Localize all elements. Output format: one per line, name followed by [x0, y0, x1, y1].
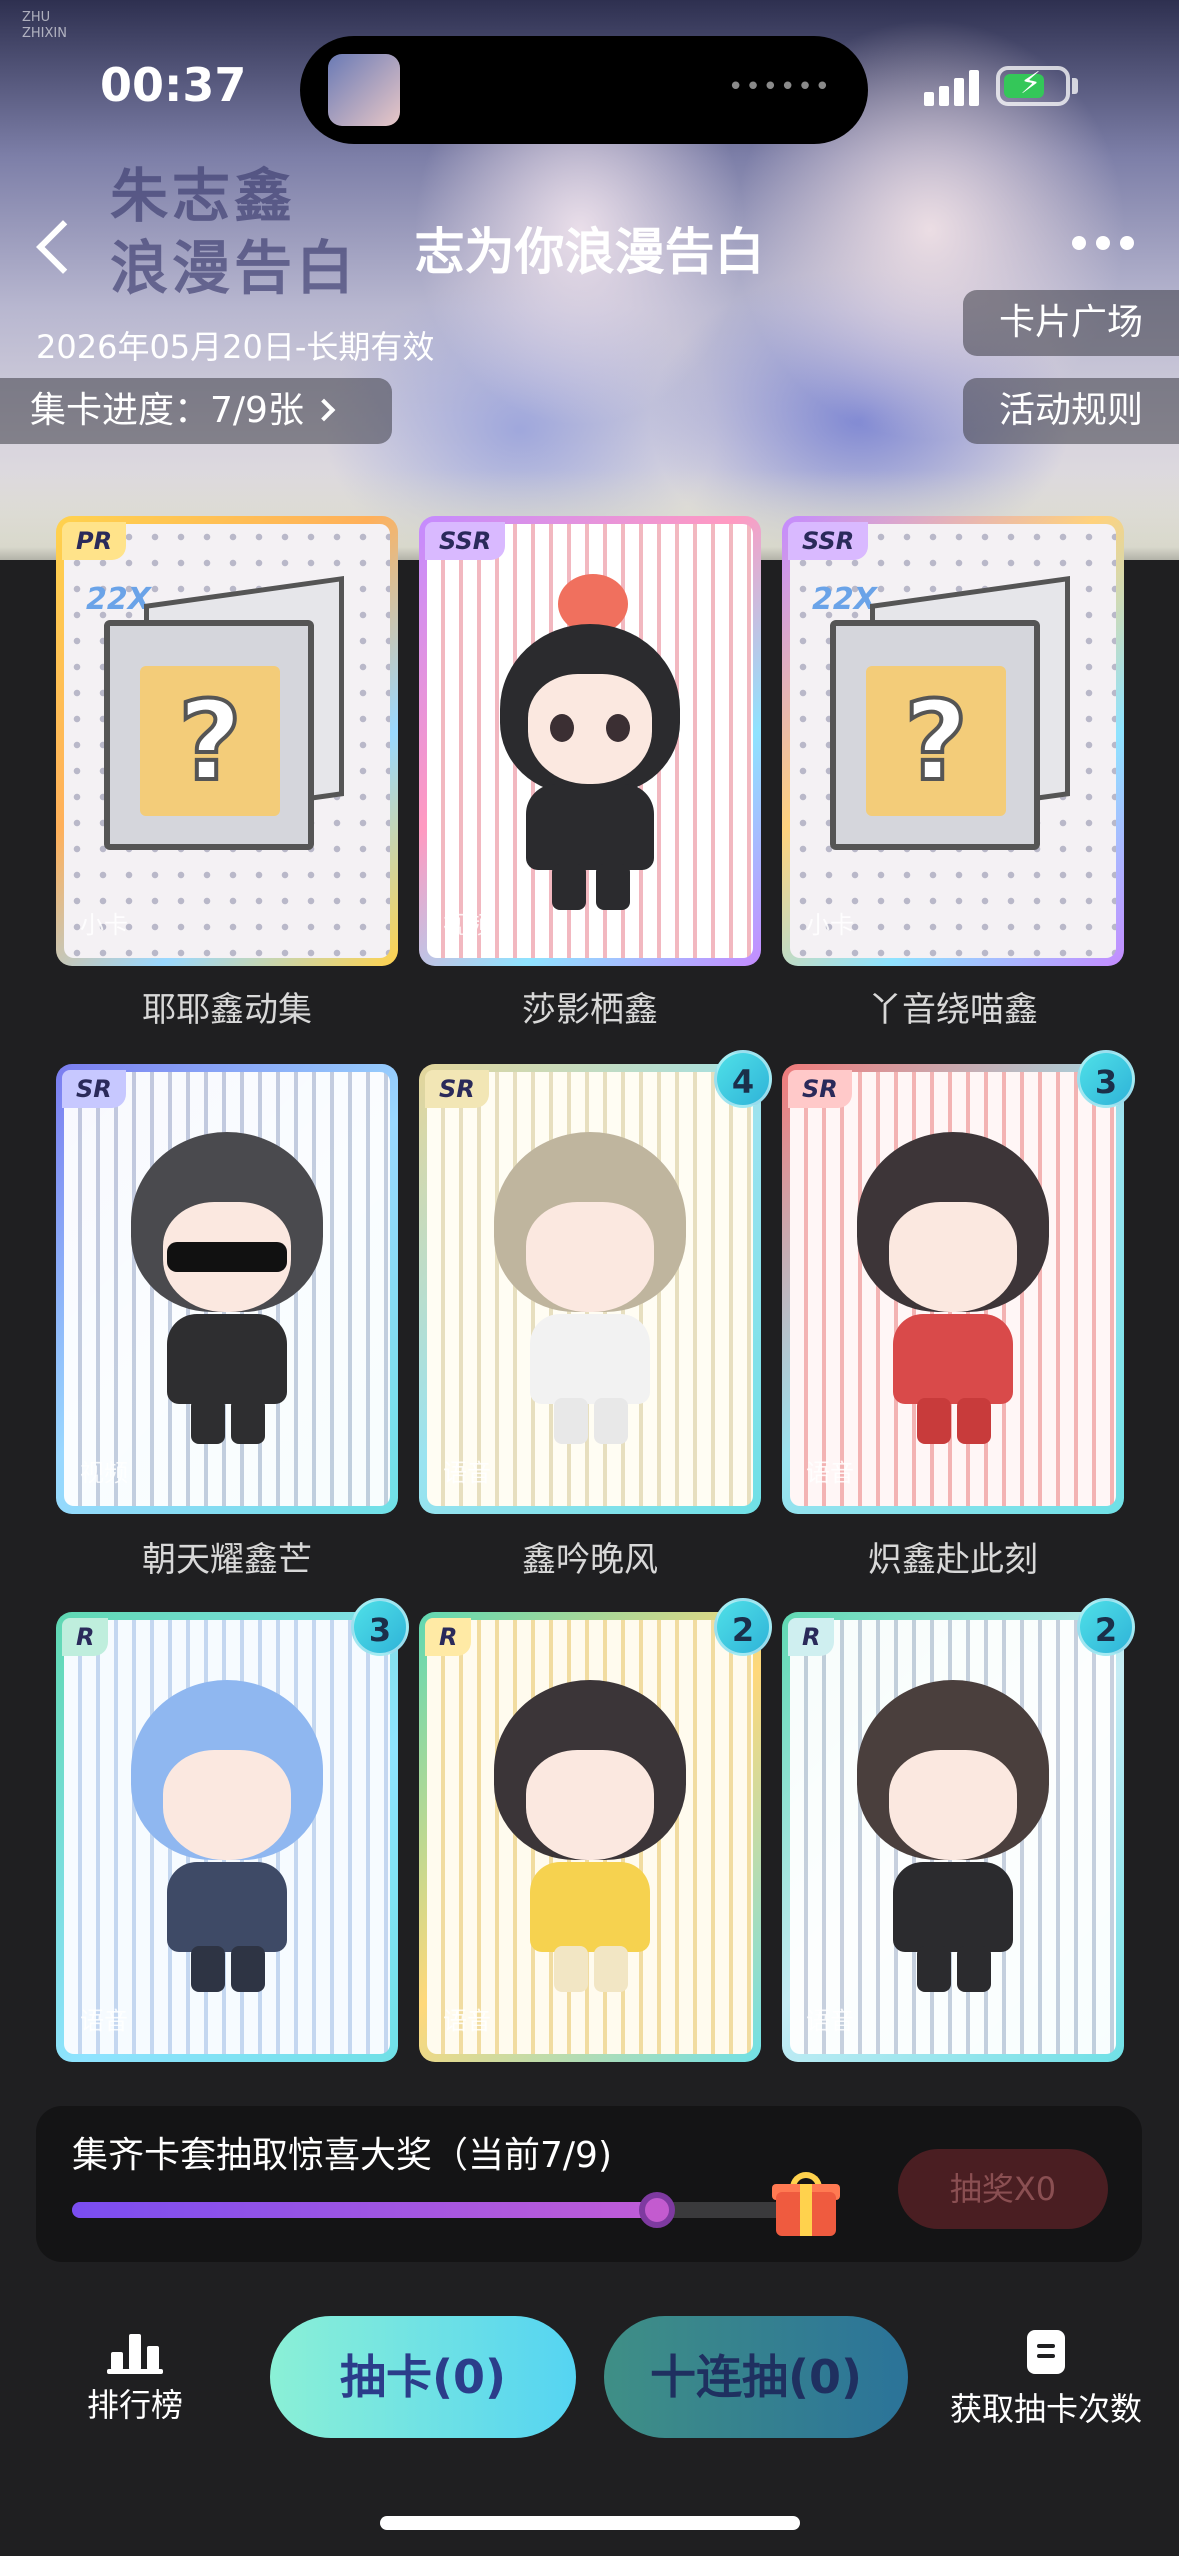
- reward-progress-fill: [72, 2202, 657, 2218]
- card-count-badge: 4: [714, 1050, 772, 1108]
- rarity-badge: PR: [62, 522, 127, 560]
- card-type-label: 语音: [80, 2007, 128, 2035]
- card-count-badge: 2: [1077, 1598, 1135, 1656]
- card-6[interactable]: 语音 SR: [782, 1064, 1124, 1514]
- card-art: 语音: [64, 1620, 390, 2054]
- mystery-box-icon: ?: [104, 575, 344, 850]
- rarity-badge: SR: [62, 1070, 126, 1108]
- card-count-badge: 2: [714, 1598, 772, 1656]
- status-time: 00:37: [100, 58, 247, 112]
- charging-bolt-icon: ⚡: [1020, 66, 1042, 101]
- chibi-character: [480, 1132, 700, 1452]
- chibi-character: [117, 1680, 337, 2000]
- card-name: 莎影栖鑫: [522, 990, 658, 1030]
- card-art: 语音: [790, 1072, 1116, 1506]
- gift-box-icon: [772, 2172, 840, 2238]
- card-art: 语音: [427, 1620, 753, 2054]
- card-art: 22X ? 小卡: [64, 524, 390, 958]
- card-type-label: 视频: [443, 911, 491, 939]
- card-type-label: 小卡: [806, 911, 854, 939]
- page-title: 志为你浪漫告白: [414, 223, 765, 281]
- draw-prize-button[interactable]: 抽奖X0: [898, 2149, 1108, 2229]
- chibi-character: [843, 1680, 1063, 2000]
- card-type-label: 语音: [443, 2007, 491, 2035]
- document-icon: [1027, 2330, 1065, 2374]
- card-count-badge: 3: [1077, 1050, 1135, 1108]
- card-type-label: 语音: [443, 1459, 491, 1487]
- get-draw-chances-label: 获取抽卡次数: [949, 2390, 1142, 2428]
- card-art: 视频: [427, 524, 753, 958]
- card-type-label: 视频: [80, 1459, 128, 1487]
- card-5[interactable]: 语音 SR: [419, 1064, 761, 1514]
- battery-icon: ⚡: [996, 66, 1070, 106]
- reward-progress-bar: [72, 2192, 822, 2228]
- now-playing-thumbnail: [328, 54, 400, 126]
- activity-rules-button[interactable]: 活动规则: [963, 378, 1179, 444]
- card-name: 鑫吟晚风: [522, 1540, 658, 1580]
- dynamic-island[interactable]: ••••••: [300, 36, 868, 144]
- chibi-character: [480, 1680, 700, 2000]
- card-3[interactable]: 22X ? 小卡 SSR: [782, 516, 1124, 966]
- leaderboard-icon: [107, 2330, 163, 2374]
- chevron-right-icon: [312, 398, 336, 422]
- battery-tip: [1072, 78, 1078, 94]
- card-1[interactable]: 22X ? 小卡 PR: [56, 516, 398, 966]
- rarity-badge: SSR: [425, 522, 506, 560]
- home-indicator[interactable]: [380, 2516, 800, 2530]
- card-square-button[interactable]: 卡片广场: [963, 290, 1179, 356]
- event-date: 2026年05月20日-长期有效: [36, 328, 435, 366]
- card-name: 朝天耀鑫芒: [142, 1540, 312, 1580]
- card-4[interactable]: 视频 SR: [56, 1064, 398, 1514]
- reward-progress-knob: [639, 2192, 675, 2228]
- card-name: 炽鑫赴此刻: [868, 1540, 1038, 1580]
- card-2[interactable]: 视频 SSR: [419, 516, 761, 966]
- mystery-box-icon: ?: [830, 575, 1070, 850]
- sunglasses-icon: [167, 1242, 287, 1272]
- card-name: 耶耶鑫动集: [142, 990, 312, 1030]
- collection-progress-label: 集卡进度：7/9张: [30, 390, 304, 431]
- rarity-badge: R: [425, 1618, 472, 1656]
- collection-progress-button[interactable]: 集卡进度：7/9张: [0, 378, 392, 444]
- rarity-badge: R: [62, 1618, 109, 1656]
- card-type-label: 小卡: [80, 911, 128, 939]
- get-draw-chances-tab[interactable]: 获取抽卡次数: [936, 2330, 1156, 2430]
- draw-card-button[interactable]: 抽卡(0): [270, 2316, 576, 2438]
- status-bar: 00:37 •••••• ⚡: [0, 0, 1179, 150]
- card-art: 语音: [790, 1620, 1116, 2054]
- screen: ZHU ZHIXIN 朱志鑫 浪漫告白 00:37 •••••• ⚡ 志为你浪漫…: [0, 0, 1179, 2556]
- rarity-badge: SSR: [788, 522, 869, 560]
- reward-panel: 集齐卡套抽取惊喜大奖（当前7/9) 抽奖X0: [36, 2106, 1142, 2262]
- card-art: 视频: [64, 1072, 390, 1506]
- cellular-signal-icon: [924, 70, 982, 106]
- card-art: 语音: [427, 1072, 753, 1506]
- card-8[interactable]: 语音 R: [419, 1612, 761, 2062]
- card-7[interactable]: 语音 R: [56, 1612, 398, 2062]
- card-name: 丫音绕喵鑫: [868, 990, 1038, 1030]
- card-count-badge: 3: [351, 1598, 409, 1656]
- card-type-label: 语音: [806, 1459, 854, 1487]
- card-type-label: 语音: [806, 2007, 854, 2035]
- card-art: 22X ? 小卡: [790, 524, 1116, 958]
- ten-draw-button[interactable]: 十连抽(0): [604, 2316, 908, 2438]
- rarity-badge: SR: [425, 1070, 489, 1108]
- chibi-character: [480, 574, 700, 914]
- rarity-badge: SR: [788, 1070, 852, 1108]
- rarity-badge: R: [788, 1618, 835, 1656]
- reward-description: 集齐卡套抽取惊喜大奖（当前7/9): [72, 2135, 612, 2176]
- leaderboard-tab[interactable]: 排行榜: [60, 2330, 210, 2426]
- leaderboard-label: 排行榜: [86, 2386, 183, 2424]
- card-9[interactable]: 语音 R: [782, 1612, 1124, 2062]
- audio-wave-icon: ••••••: [727, 72, 832, 102]
- more-options-icon[interactable]: [1066, 236, 1146, 256]
- chibi-character: [843, 1132, 1063, 1452]
- chibi-character: [117, 1132, 337, 1452]
